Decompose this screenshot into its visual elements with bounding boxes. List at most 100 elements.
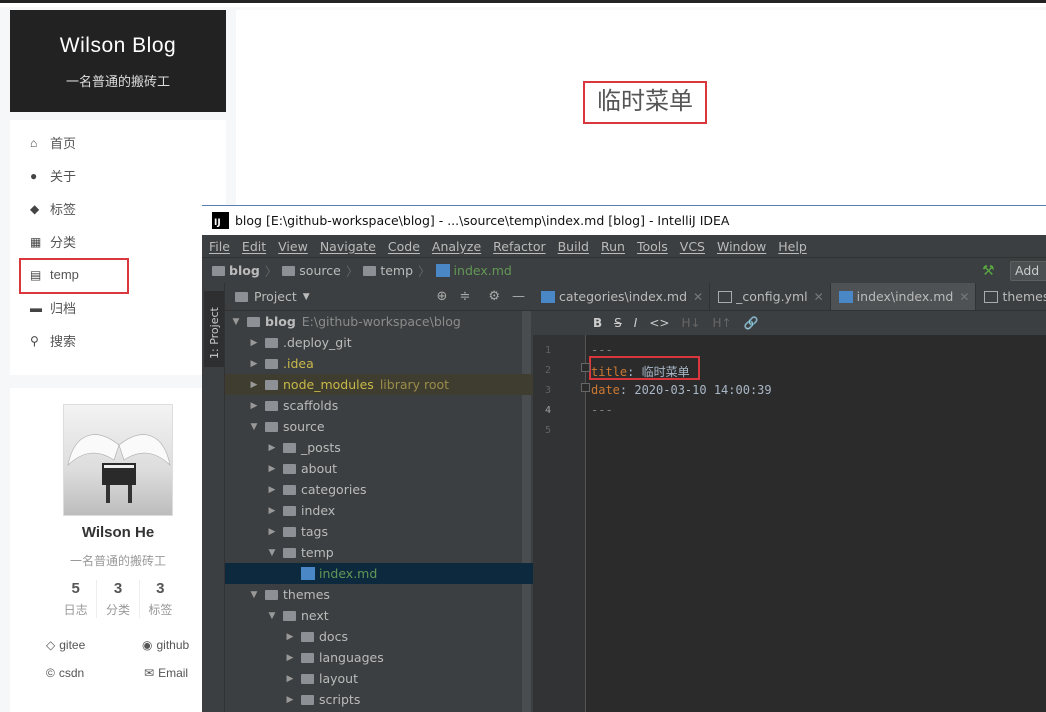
code-line[interactable]: --- [591,343,613,357]
breadcrumb-file[interactable]: index.md [435,263,512,278]
stat-0[interactable]: 5 日志 [55,580,96,618]
tree-node[interactable]: ▼ temp [225,542,533,563]
close-icon[interactable]: ✕ [693,290,703,304]
tree-node[interactable]: ▶ docs [225,626,533,647]
strikethrough-icon[interactable]: S [614,316,622,330]
collapsed-arrow-icon[interactable]: ▶ [265,485,279,495]
tree-node[interactable]: ▶ tags [225,521,533,542]
fold-marker-icon[interactable] [581,363,590,372]
menu-item-1[interactable]: ● 关于 [10,159,226,192]
tree-node[interactable]: ▶ scaffolds [225,395,533,416]
close-icon[interactable]: ✕ [959,290,969,304]
editor-tab-2[interactable]: index\index.md ✕ [830,283,977,310]
tree-node[interactable]: ▼ themes [225,584,533,605]
build-hammer-icon[interactable]: ⚒ [982,263,995,279]
italic-icon[interactable]: I [634,316,638,330]
stat-1[interactable]: 3 分类 [96,580,138,618]
collapsed-arrow-icon[interactable]: ▶ [265,464,279,474]
tree-node[interactable]: ▼ source [225,416,533,437]
code-icon[interactable]: <> [649,316,669,330]
tree-node[interactable]: ▶ scripts [225,689,533,710]
tree-node[interactable]: ▼ next [225,605,533,626]
social-link-3[interactable]: ✉ Email [144,666,188,680]
expanded-arrow-icon[interactable]: ▼ [247,590,261,600]
menu-item-0[interactable]: ⌂ 首页 [10,126,226,159]
breadcrumb-source[interactable]: source [282,263,341,278]
bold-icon[interactable]: B [593,316,602,330]
tree-node[interactable]: ▶ layout [225,668,533,689]
social-link-0[interactable]: ◇ gitee [46,638,85,652]
menu-1[interactable]: Edit [242,239,266,254]
menu-6[interactable]: Refactor [493,239,545,254]
social-link-1[interactable]: ◉ github [142,638,189,652]
gear-icon[interactable]: ⚙ [488,289,500,304]
tree-node[interactable]: index.md [225,563,533,584]
expanded-arrow-icon[interactable]: ▼ [247,422,261,432]
chevron-down-icon[interactable]: ▼ [303,292,310,302]
menu-12[interactable]: Help [778,239,807,254]
stat-2[interactable]: 3 标签 [138,580,181,618]
tree-node[interactable]: ▼ blog E:\github-workspace\blog [225,311,533,332]
editor-tab-3[interactable]: themes\...\ [976,283,1046,310]
social-link-2[interactable]: © csdn [46,666,84,680]
menu-item-5[interactable]: ▬ 归档 [10,291,226,324]
tree-node[interactable]: ▶ _posts [225,437,533,458]
collapsed-arrow-icon[interactable]: ▶ [283,632,297,642]
collapsed-arrow-icon[interactable]: ▶ [283,674,297,684]
project-view-selector[interactable]: Project [254,289,297,304]
menu-11[interactable]: Window [717,239,766,254]
menu-0[interactable]: File [209,239,230,254]
menu-4[interactable]: Code [388,239,420,254]
menu-item-2[interactable]: ◆ 标签 [10,192,226,225]
breadcrumb-blog[interactable]: blog [212,263,260,278]
menu-9[interactable]: Tools [637,239,668,254]
menu-2[interactable]: View [278,239,308,254]
collapsed-arrow-icon[interactable]: ▶ [265,506,279,516]
menu-3[interactable]: Navigate [320,239,376,254]
menu-7[interactable]: Build [558,239,589,254]
menu-10[interactable]: VCS [680,239,705,254]
tree-node[interactable]: ▶ index [225,500,533,521]
expanded-arrow-icon[interactable]: ▼ [265,611,279,621]
header-down-icon[interactable]: H↓ [681,316,700,330]
code-line[interactable]: date: 2020-03-10 14:00:39 [591,383,772,397]
menu-item-6[interactable]: ⚲ 搜索 [10,324,226,357]
editor-tab-1[interactable]: _config.yml ✕ [710,283,831,310]
link-icon[interactable]: 🔗 [744,316,759,330]
tree-node[interactable]: ▶ .idea [225,353,533,374]
collapsed-arrow-icon[interactable]: ▶ [247,359,261,369]
menu-item-4[interactable]: ▤ temp [10,258,226,294]
code-editor[interactable]: --- title: 临时菜单 date: 2020-03-10 14:00:39-… [581,335,1046,712]
collapsed-arrow-icon[interactable]: ▶ [265,527,279,537]
tree-node[interactable]: ▶ categories [225,479,533,500]
tree-node[interactable]: ▶ .deploy_git [225,332,533,353]
collapsed-arrow-icon[interactable]: ▶ [283,653,297,663]
collapsed-arrow-icon[interactable]: ▶ [247,401,261,411]
hide-icon[interactable]: — [512,289,525,304]
tree-node-label: temp [301,545,334,560]
expanded-arrow-icon[interactable]: ▼ [229,317,243,327]
project-tool-tab[interactable]: 1: Project [204,291,224,367]
locate-icon[interactable]: ⊕ [437,289,448,304]
add-configuration-button[interactable]: Add C [1010,261,1046,296]
code-line[interactable]: --- [591,403,613,417]
menu-5[interactable]: Analyze [432,239,481,254]
fold-marker-icon[interactable] [581,383,590,392]
tree-node[interactable]: ▶ node_modules library root [225,374,533,395]
tree-node[interactable]: ▶ about [225,458,533,479]
window-titlebar[interactable]: IJ blog [E:\github-workspace\blog] - ...… [202,205,1046,235]
breadcrumb-temp[interactable]: temp [363,263,413,278]
expanded-arrow-icon[interactable]: ▼ [265,548,279,558]
collapsed-arrow-icon[interactable]: ▶ [283,695,297,705]
collapsed-arrow-icon[interactable]: ▶ [265,443,279,453]
collapse-all-icon[interactable]: ≑ [459,289,470,304]
tree-node[interactable]: ▶ languages [225,647,533,668]
collapsed-arrow-icon[interactable]: ▶ [247,380,261,390]
menu-item-3[interactable]: ▦ 分类 [10,225,226,258]
menu-8[interactable]: Run [601,239,625,254]
editor-tab-0[interactable]: categories\index.md ✕ [533,283,711,310]
site-title[interactable]: Wilson Blog [10,34,226,58]
close-icon[interactable]: ✕ [814,290,824,304]
header-up-icon[interactable]: H↑ [713,316,732,330]
collapsed-arrow-icon[interactable]: ▶ [247,338,261,348]
